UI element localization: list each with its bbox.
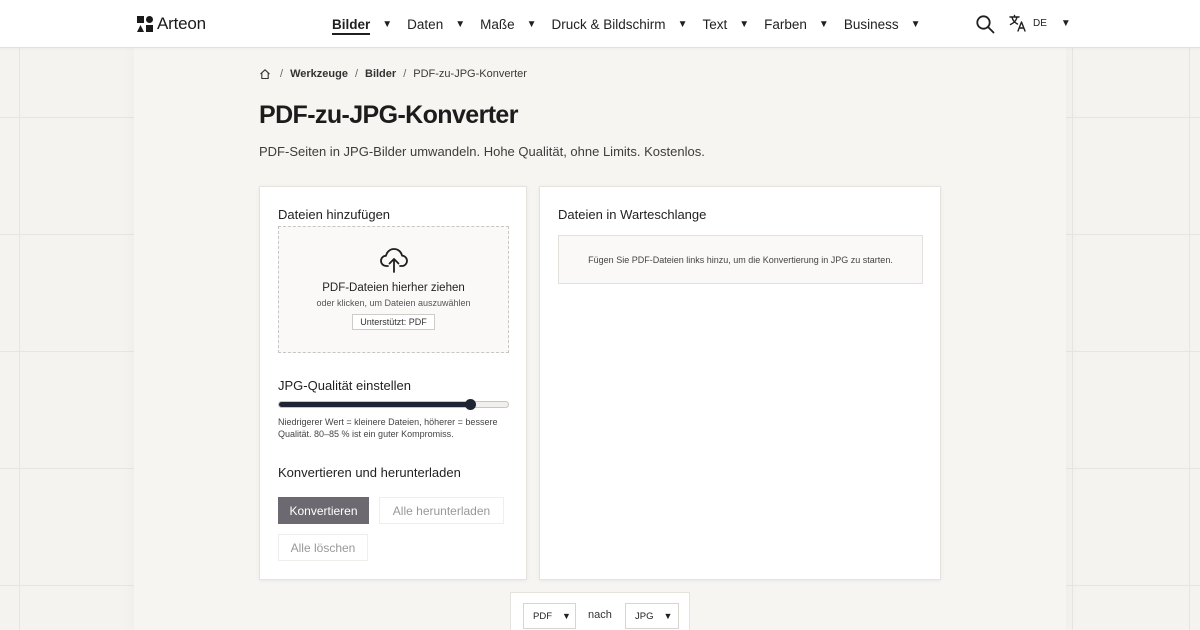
logo-mark-icon bbox=[137, 16, 153, 32]
nav-label: Druck & Bildschirm bbox=[551, 16, 666, 32]
caret-down-icon: ▼ bbox=[382, 18, 393, 30]
nav-item-farben[interactable]: Farben ▼ bbox=[764, 0, 829, 48]
caret-down-icon: ▼ bbox=[910, 18, 921, 30]
actions-title: Konvertieren und herunterladen bbox=[278, 465, 461, 480]
source-format-select[interactable]: PDF ▼ bbox=[523, 603, 576, 629]
queue-empty-message: Fügen Sie PDF-Dateien links hinzu, um di… bbox=[558, 235, 923, 284]
queue-title: Dateien in Warteschlange bbox=[558, 207, 707, 222]
convert-button[interactable]: Konvertieren bbox=[278, 497, 369, 524]
add-files-card: Dateien hinzufügen PDF-Dateien hierher z… bbox=[259, 186, 527, 580]
language-code: DE bbox=[1033, 17, 1047, 29]
search-icon[interactable] bbox=[975, 14, 995, 34]
format-selector-bar: PDF ▼ nach JPG ▼ bbox=[510, 592, 690, 630]
breadcrumb-separator: / bbox=[354, 68, 358, 80]
format-connector-text: nach bbox=[588, 609, 612, 621]
nav-item-text[interactable]: Text ▼ bbox=[702, 0, 749, 48]
caret-down-icon: ▼ bbox=[455, 18, 466, 30]
language-selector[interactable]: DE ▼ bbox=[1009, 14, 1071, 32]
nav-item-masse[interactable]: Maße ▼ bbox=[480, 0, 536, 48]
logo[interactable]: Arteon bbox=[137, 14, 206, 34]
nav-item-business[interactable]: Business ▼ bbox=[844, 0, 921, 48]
quality-slider[interactable] bbox=[278, 399, 509, 410]
breadcrumb-separator: / bbox=[280, 68, 284, 80]
breadcrumb-current: PDF-zu-JPG-Konverter bbox=[413, 68, 527, 80]
breadcrumb-link-werkzeuge[interactable]: Werkzeuge bbox=[290, 68, 348, 80]
add-files-title: Dateien hinzufügen bbox=[278, 207, 391, 222]
nav-label: Bilder bbox=[332, 16, 371, 32]
cloud-upload-icon bbox=[379, 248, 408, 273]
quality-slider-fill bbox=[279, 402, 472, 407]
target-format-select[interactable]: JPG ▼ bbox=[625, 603, 679, 629]
caret-down-icon: ▼ bbox=[739, 18, 750, 30]
supported-format-badge: Unterstützt: PDF bbox=[352, 314, 435, 330]
caret-down-icon: ▼ bbox=[677, 18, 688, 30]
nav-label: Farben bbox=[764, 16, 807, 32]
quality-slider-thumb[interactable] bbox=[465, 399, 477, 410]
dropzone-subtitle: oder klicken, um Dateien auszuwählen bbox=[316, 298, 471, 308]
nav-label: Text bbox=[702, 16, 728, 32]
nav-label: Business bbox=[843, 16, 899, 32]
source-format-value: PDF bbox=[533, 610, 552, 622]
breadcrumb: / Werkzeuge / Bilder / PDF-zu-JPG-Konver… bbox=[259, 68, 527, 80]
download-all-button[interactable]: Alle herunterladen bbox=[379, 497, 504, 524]
target-format-value: JPG bbox=[635, 610, 654, 622]
caret-down-icon: ▼ bbox=[562, 611, 571, 621]
caret-down-icon: ▼ bbox=[663, 611, 673, 621]
home-icon[interactable] bbox=[259, 68, 271, 80]
caret-down-icon: ▼ bbox=[1060, 17, 1071, 29]
nav-item-bilder[interactable]: Bilder ▼ bbox=[332, 0, 392, 48]
translate-icon bbox=[1009, 14, 1026, 32]
quality-title: JPG-Qualität einstellen bbox=[278, 378, 411, 393]
breadcrumb-link-bilder[interactable]: Bilder bbox=[365, 68, 396, 80]
page-subtitle: PDF-Seiten in JPG-Bilder umwandeln. Hohe… bbox=[259, 144, 705, 159]
main-nav: Bilder ▼ Daten ▼ Maße ▼ Druck & Bildschi… bbox=[332, 0, 936, 48]
page-title: PDF-zu-JPG-Konverter bbox=[259, 101, 518, 129]
breadcrumb-separator: / bbox=[403, 68, 407, 80]
caret-down-icon: ▼ bbox=[526, 18, 537, 30]
quality-hint: Niedrigerer Wert = kleinere Dateien, höh… bbox=[278, 417, 498, 439]
file-dropzone[interactable]: PDF-Dateien hierher ziehen oder klicken,… bbox=[278, 226, 509, 353]
clear-all-button[interactable]: Alle löschen bbox=[278, 534, 368, 561]
top-navigation-bar: Arteon Bilder ▼ Daten ▼ Maße ▼ Druck & B… bbox=[0, 0, 1200, 48]
dropzone-title: PDF-Dateien hierher ziehen bbox=[322, 282, 465, 294]
logo-text: Arteon bbox=[157, 14, 206, 33]
nav-item-daten[interactable]: Daten ▼ bbox=[407, 0, 465, 48]
nav-item-druck-bildschirm[interactable]: Druck & Bildschirm ▼ bbox=[552, 0, 688, 48]
caret-down-icon: ▼ bbox=[818, 18, 829, 30]
nav-label: Maße bbox=[480, 16, 515, 32]
queue-card: Dateien in Warteschlange Fügen Sie PDF-D… bbox=[539, 186, 941, 580]
nav-label: Daten bbox=[407, 16, 444, 32]
